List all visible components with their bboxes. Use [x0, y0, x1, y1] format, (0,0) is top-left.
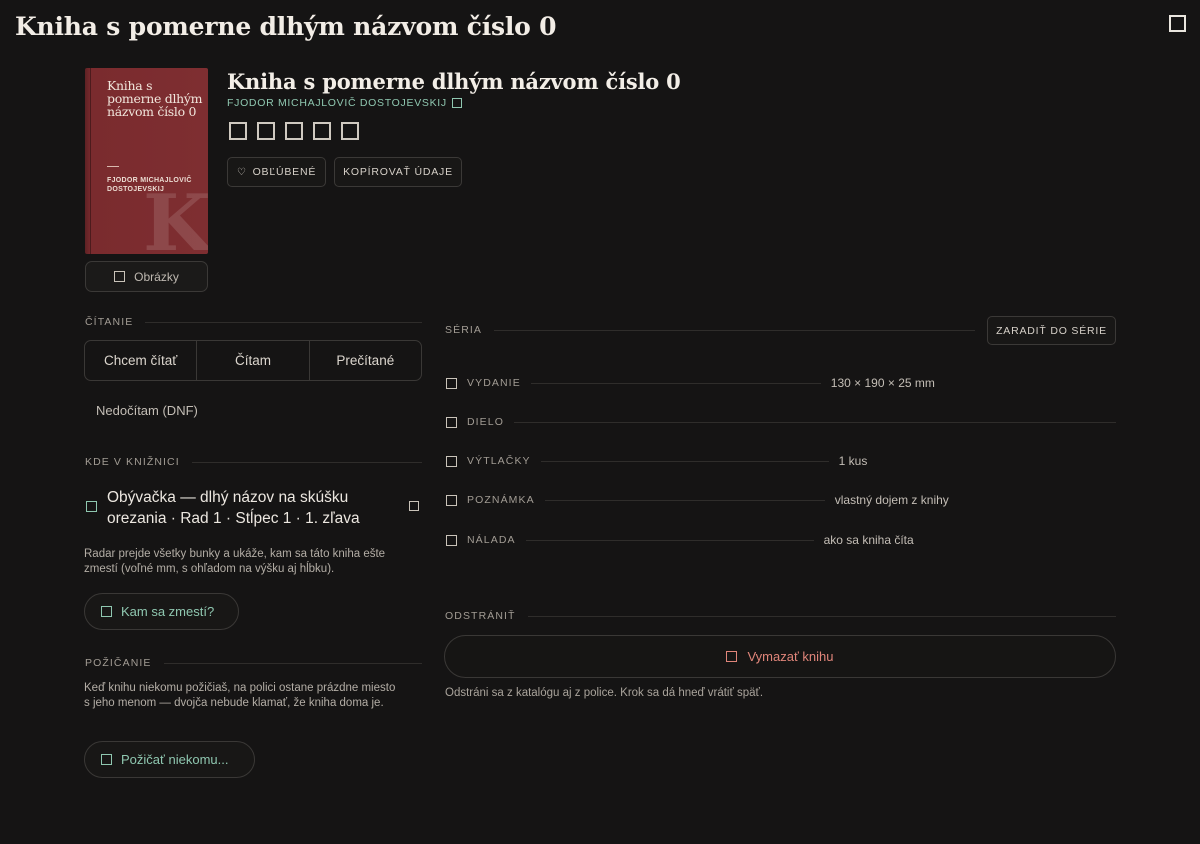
copy-details-label: KOPÍROVAŤ ÚDAJE: [343, 166, 453, 178]
edition-icon: [446, 377, 457, 389]
reading-status-selector[interactable]: Chcem čítať Čítam Prečítané: [84, 340, 422, 381]
delete-book-label: Vymazať knihu: [747, 649, 834, 664]
divider: [540, 460, 829, 462]
star-rating[interactable]: [229, 122, 359, 140]
cover-rule: [107, 166, 119, 167]
detail-row-copies[interactable]: VÝTLAČKY 1 kus: [446, 453, 1116, 469]
detail-value: vlastný dojem z knihy: [834, 493, 949, 507]
detail-row-note[interactable]: POZNÁMKA vlastný dojem z knihy: [446, 492, 1116, 508]
reading-section-header: ČÍTANIE: [85, 316, 422, 328]
heart-icon: ♡: [236, 166, 247, 178]
author-name[interactable]: FJODOR MICHAJLOVIČ DOSTOJEVSKIJ: [227, 97, 447, 109]
copies-icon: [446, 455, 457, 467]
star-icon[interactable]: [285, 122, 303, 140]
detail-value: 130 × 190 × 25 mm: [830, 376, 935, 390]
author-row[interactable]: FJODOR MICHAJLOVIČ DOSTOJEVSKIJ: [227, 97, 462, 109]
divider: [527, 615, 1116, 617]
book-title: Kniha s pomerne dlhým názvom číslo 0: [227, 69, 681, 94]
external-link-icon: [451, 98, 462, 108]
series-heading: SÉRIA: [445, 324, 483, 336]
detail-label: POZNÁMKA: [467, 494, 535, 506]
divider: [145, 321, 422, 323]
detail-value: ako sa kniha číta: [823, 533, 914, 547]
detail-row-edition[interactable]: VYDANIE 130 × 190 × 25 mm: [446, 375, 1116, 391]
close-button[interactable]: [1169, 15, 1186, 32]
images-button[interactable]: Obrázky: [85, 261, 208, 292]
divider: [163, 662, 422, 664]
lending-heading: POŽIČANIE: [85, 657, 152, 669]
radar-description: Radar prejde všetky bunky a ukáže, kam s…: [84, 548, 386, 575]
lend-icon: [101, 754, 112, 765]
reading-option-want[interactable]: Chcem čítať: [85, 341, 198, 380]
cover-spine: [90, 68, 91, 254]
favorite-button[interactable]: ♡ OBĽÚBENÉ: [227, 157, 326, 187]
location-section-header: KDE V KNIŽNICI: [85, 456, 422, 468]
where-fits-label: Kam sa zmestí?: [121, 604, 215, 619]
edit-location-icon[interactable]: [409, 501, 419, 511]
cover-monogram: K: [143, 178, 208, 254]
shelf-location-text: Obývačka — dlhý názov na skúšku orezania…: [107, 489, 360, 527]
detail-label: VYDANIE: [467, 377, 521, 389]
cover-title: Kniha s pomerne dlhým názvom číslo 0: [107, 78, 203, 119]
book-cover: Kniha s pomerne dlhým názvom číslo 0 FJO…: [85, 68, 208, 254]
work-icon: [446, 416, 457, 428]
page-title: Kniha s pomerne dlhým názvom číslo 0: [15, 12, 557, 41]
detail-label: VÝTLAČKY: [467, 455, 531, 467]
add-to-series-button[interactable]: ZARADIŤ DO SÉRIE: [987, 316, 1116, 345]
detail-row-work[interactable]: DIELO: [446, 414, 1116, 430]
star-icon[interactable]: [341, 122, 359, 140]
location-icon: [86, 501, 97, 512]
detail-label: DIELO: [466, 416, 504, 428]
reading-option-reading[interactable]: Čítam: [197, 341, 310, 380]
detail-row-mood[interactable]: NÁLADA ako sa kniha číta: [446, 532, 1116, 548]
reading-option-dnf[interactable]: Nedočítam (DNF): [96, 403, 198, 418]
favorite-button-label: OBĽÚBENÉ: [252, 166, 317, 178]
lend-button[interactable]: Požičať niekomu...: [84, 741, 255, 778]
where-fits-button[interactable]: Kam sa zmestí?: [84, 593, 239, 630]
trash-icon: [726, 651, 738, 662]
lending-section-header: POŽIČANIE: [85, 657, 422, 669]
remove-heading: ODSTRÁNIŤ: [445, 610, 516, 622]
star-icon[interactable]: [229, 122, 247, 140]
detail-value: 1 kus: [838, 454, 868, 468]
copy-details-button[interactable]: KOPÍROVAŤ ÚDAJE: [334, 157, 462, 187]
note-icon: [446, 494, 457, 506]
series-section-header: SÉRIA: [445, 324, 975, 336]
lending-description: Keď knihu niekomu požičiaš, na polici os…: [84, 682, 396, 709]
divider: [494, 329, 975, 331]
images-button-label: Obrázky: [134, 269, 179, 284]
divider: [513, 421, 1116, 423]
delete-description: Odstráni sa z katalógu aj z police. Krok…: [445, 687, 764, 699]
reading-option-read[interactable]: Prečítané: [310, 341, 421, 380]
divider: [530, 382, 821, 384]
reading-heading: ČÍTANIE: [85, 316, 134, 328]
divider: [191, 461, 422, 463]
lend-button-label: Požičať niekomu...: [121, 752, 229, 767]
star-icon[interactable]: [313, 122, 331, 140]
remove-section-header: ODSTRÁNIŤ: [445, 610, 1116, 622]
divider: [544, 499, 825, 501]
mood-icon: [446, 534, 457, 546]
radar-icon: [101, 606, 112, 617]
image-icon: [114, 271, 126, 282]
delete-book-button[interactable]: Vymazať knihu: [444, 635, 1116, 678]
star-icon[interactable]: [257, 122, 275, 140]
detail-label: NÁLADA: [467, 534, 516, 546]
divider: [525, 539, 814, 541]
add-to-series-label: ZARADIŤ DO SÉRIE: [996, 324, 1107, 337]
location-heading: KDE V KNIŽNICI: [85, 456, 180, 468]
